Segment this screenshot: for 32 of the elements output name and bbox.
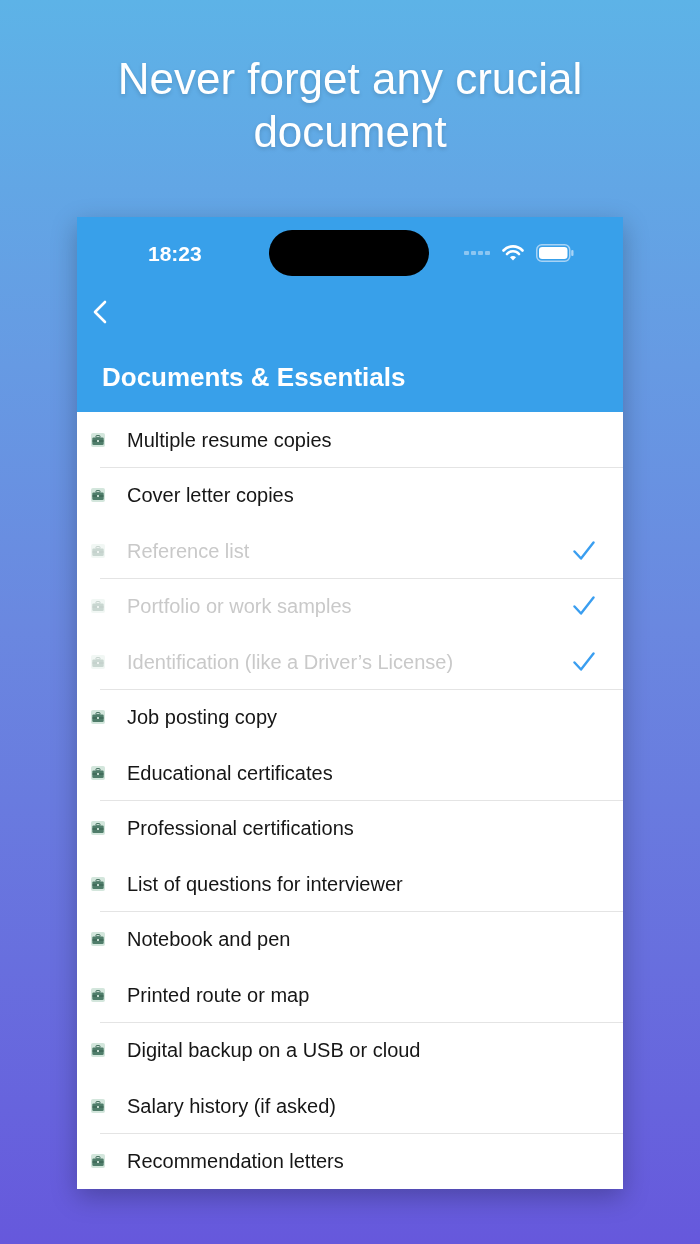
briefcase-icon [91,432,105,447]
checklist-item[interactable]: Cover letter copies [77,467,623,523]
briefcase-icon [91,876,105,891]
briefcase-icon [91,488,105,502]
status-time: 18:23 [148,242,203,264]
signal-icon [464,251,491,255]
briefcase-icon [91,765,105,780]
briefcase-icon [91,1154,105,1168]
checklist-item[interactable]: Printed route or map [77,967,623,1022]
checklist-item[interactable]: Educational certificates [77,745,623,800]
wifi-icon [502,245,524,261]
chevron-left-icon [93,300,107,324]
checklist-item[interactable]: Multiple resume copies [77,412,623,467]
checklist-item[interactable]: Digital backup on a USB or cloud [77,1022,623,1078]
briefcase-icon [91,599,105,613]
briefcase-icon [91,987,105,1002]
briefcase-icon [91,1043,105,1057]
briefcase-icon [91,654,105,669]
briefcase-icon [91,821,105,835]
checklist-item[interactable]: Notebook and pen [77,911,623,967]
checklist-item[interactable]: Professional certifications [77,800,623,856]
briefcase-icon [91,710,105,724]
checklist-item[interactable]: List of questions for interviewer [77,856,623,911]
checklist-item[interactable]: Salary history (if asked) [77,1078,623,1133]
briefcase-icon [91,932,105,946]
checklist-item[interactable]: Recommendation letters [77,1133,623,1189]
briefcase-icon [91,1098,105,1113]
checklist-item[interactable]: Job posting copy [77,689,623,745]
screen-title: Documents & Essentials [102,362,406,392]
headline: Never forget any crucial document [116,53,584,158]
battery-icon [536,244,574,262]
briefcase-icon [91,543,105,558]
